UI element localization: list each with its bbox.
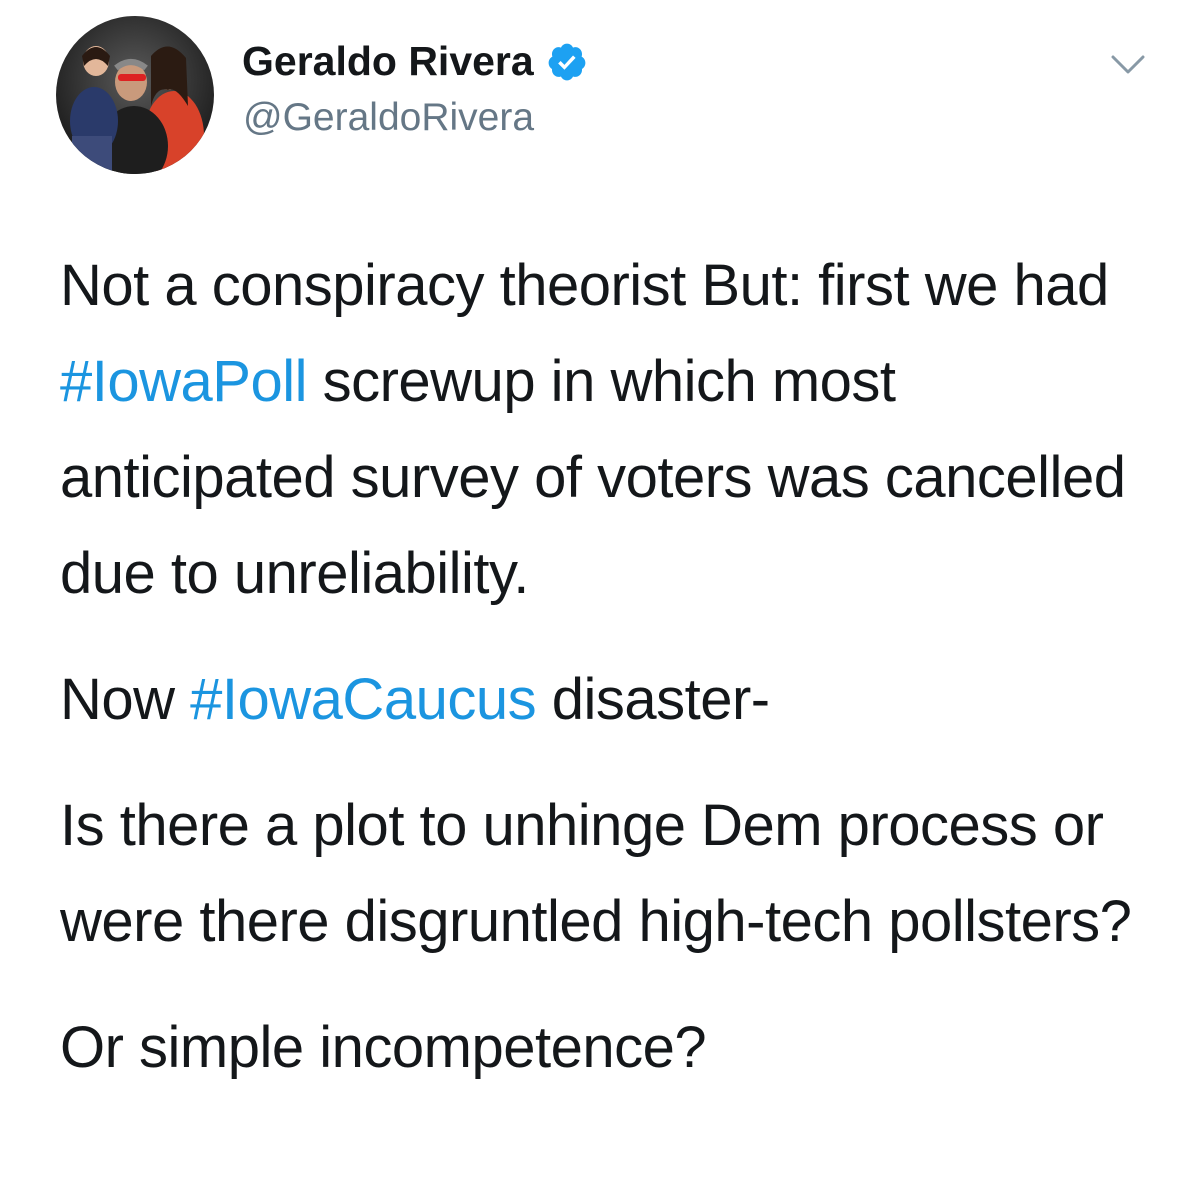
tweet-card: Geraldo Rivera @GeraldoRivera Not a cons… (0, 0, 1200, 1198)
tweet-text-segment: disaster- (536, 667, 770, 732)
tweet-paragraph: Is there a plot to unhinge Dem process o… (60, 793, 1132, 954)
avatar[interactable] (56, 16, 214, 174)
user-handle[interactable]: @GeraldoRivera (243, 96, 534, 140)
hashtag-link[interactable]: #IowaCaucus (190, 667, 536, 732)
tweet-paragraph: Or simple incompetence? (60, 1015, 707, 1080)
tweet-body: Not a conspiracy theorist But: first we … (60, 238, 1170, 1096)
tweet-text-segment: Not a conspiracy theorist But: first we … (60, 253, 1109, 318)
tweet-text-segment: Now (60, 667, 191, 732)
tweet-paragraph: Not a conspiracy theorist But: first we … (60, 238, 1170, 622)
display-name-text: Geraldo Rivera (242, 38, 534, 84)
display-name[interactable]: Geraldo Rivera (242, 38, 588, 85)
chevron-down-icon[interactable] (1110, 52, 1146, 78)
tweet-paragraph: Now #IowaCaucus disaster- (60, 652, 1170, 748)
avatar-photo-icon (56, 16, 214, 174)
hashtag-link[interactable]: #IowaPoll (60, 349, 307, 414)
verified-badge-icon (546, 41, 588, 83)
